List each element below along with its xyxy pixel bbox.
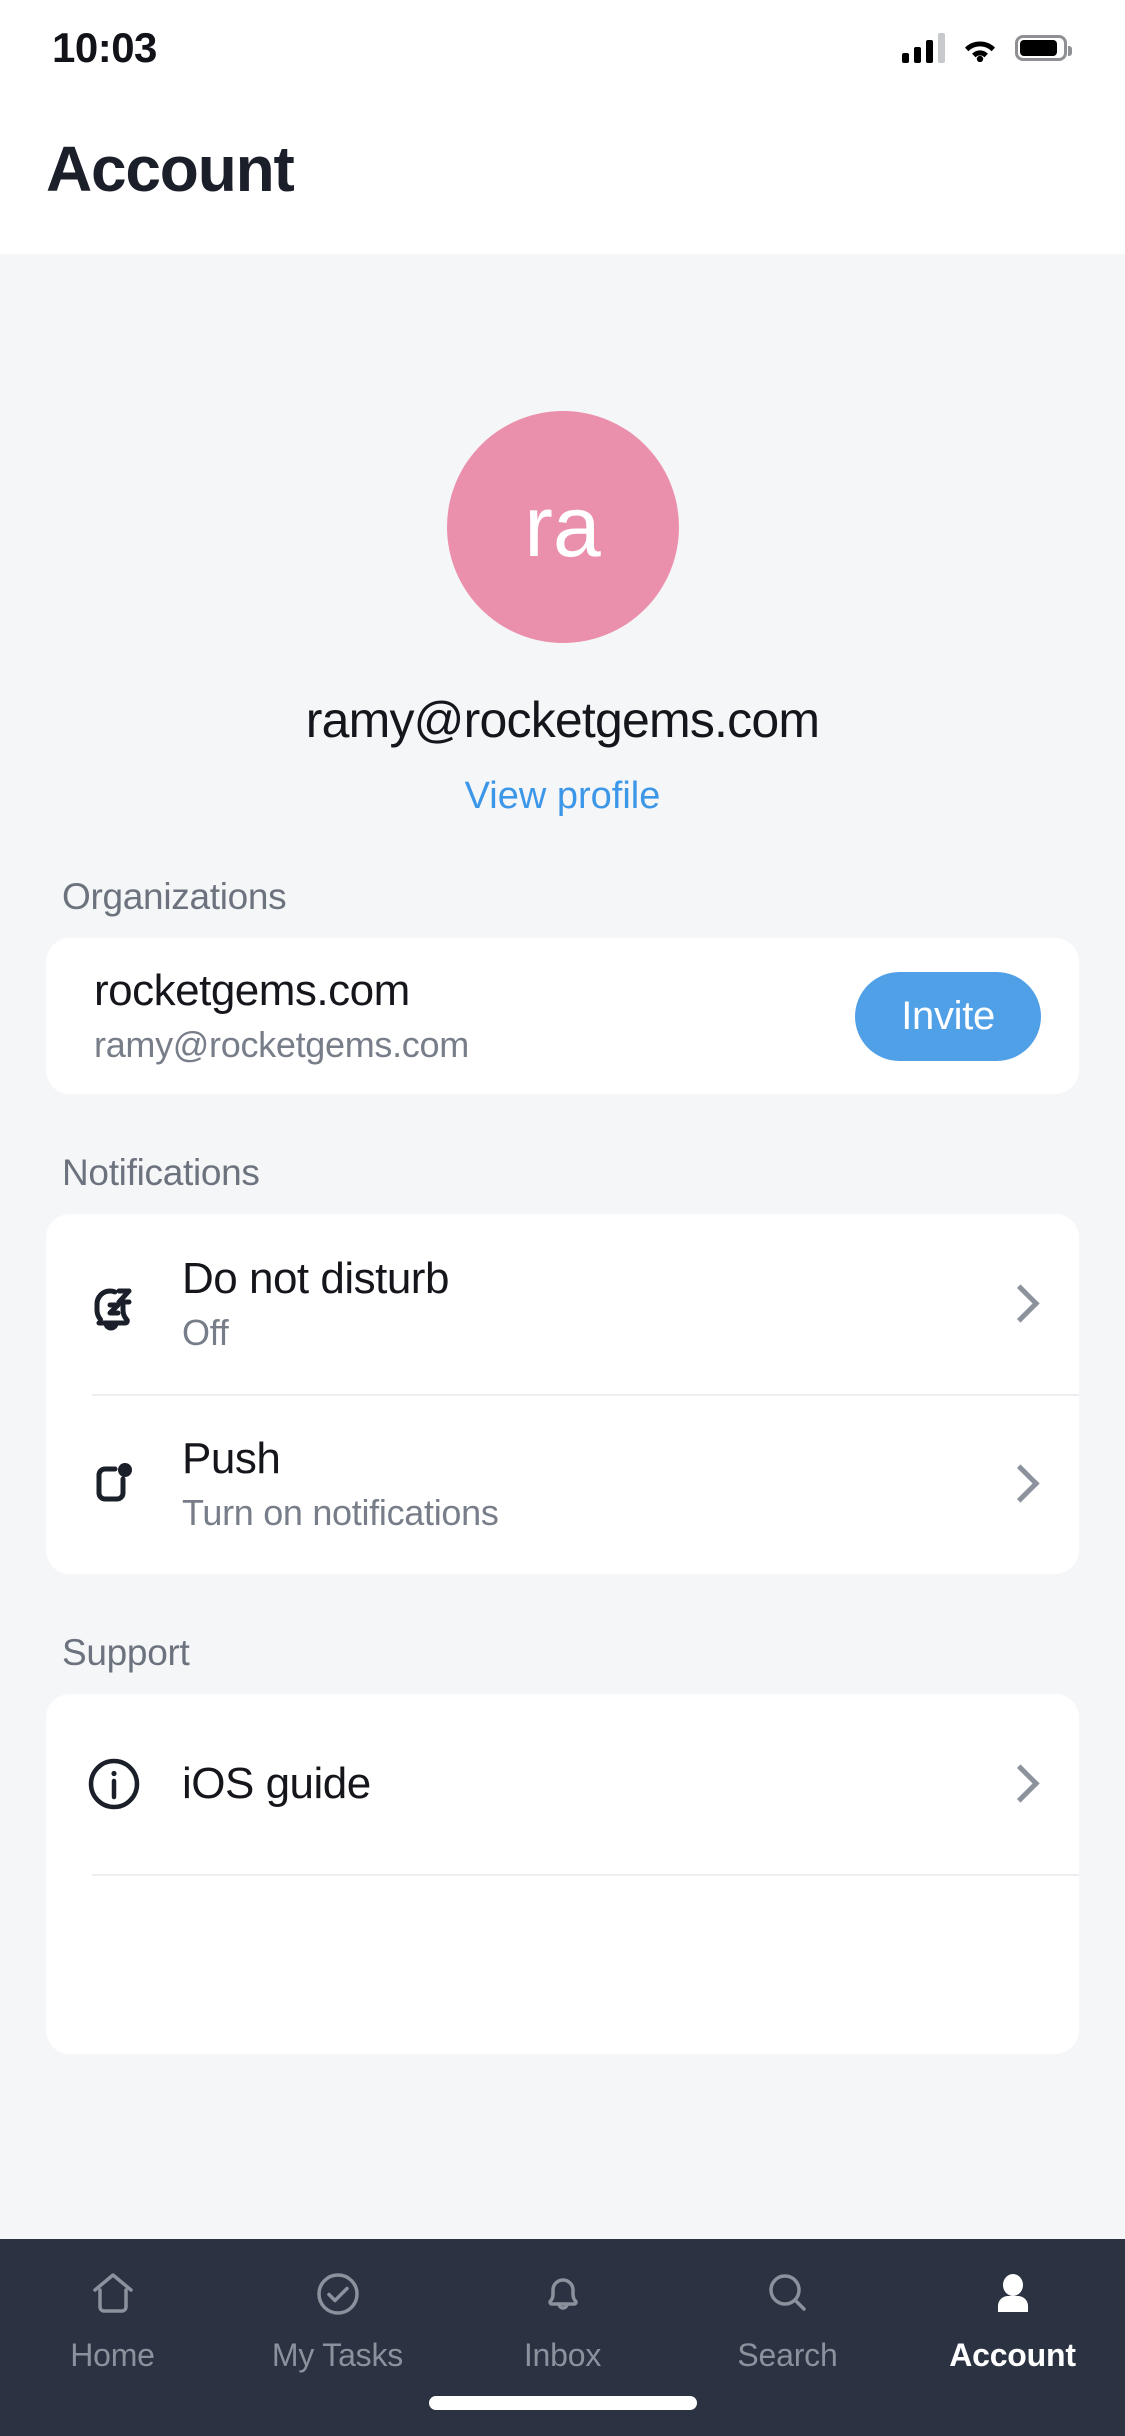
row-body-push: Push Turn on notifications (182, 1434, 983, 1534)
person-icon (985, 2261, 1041, 2327)
profile-block: ra ramy@rocketgems.com View profile (0, 323, 1125, 818)
chevron-right-icon (999, 1284, 1039, 1324)
organization-row[interactable]: rocketgems.com ramy@rocketgems.com Invit… (46, 938, 1079, 1094)
row-title-push: Push (182, 1434, 281, 1483)
tab-search[interactable]: Search (675, 2261, 900, 2374)
row-ios-guide[interactable]: iOS guide (46, 1694, 1079, 1874)
search-icon (760, 2261, 816, 2327)
signal-bars-icon (902, 33, 945, 63)
row-push[interactable]: Push Turn on notifications (46, 1394, 1079, 1574)
status-bar-time: 10:03 (52, 24, 157, 71)
organization-email: ramy@rocketgems.com (94, 1024, 469, 1065)
bottom-tab-bar: Home My Tasks Inbox Search Account (0, 2239, 1125, 2436)
tab-home[interactable]: Home (0, 2261, 225, 2374)
section-title-organizations: Organizations (62, 876, 287, 917)
row-body-ios-guide: iOS guide (182, 1759, 983, 1809)
section-organizations: Organizations rocketgems.com ramy@rocket… (0, 876, 1125, 1094)
home-indicator (428, 2396, 697, 2410)
avatar[interactable]: ra (446, 411, 679, 643)
row-sub-do-not-disturb: Off (182, 1312, 229, 1353)
tab-label-account: Account (949, 2337, 1076, 2373)
status-bar-icons (902, 33, 1072, 63)
avatar-initials: ra (524, 478, 601, 575)
support-card: iOS guide (46, 1694, 1079, 2054)
section-title-notifications: Notifications (62, 1152, 260, 1193)
row-title-ios-guide: iOS guide (182, 1759, 371, 1808)
battery-icon (1015, 35, 1072, 61)
view-profile-link[interactable]: View profile (465, 775, 661, 818)
header: Account (0, 96, 1125, 254)
check-circle-icon (310, 2261, 366, 2327)
tab-label-my-tasks: My Tasks (271, 2337, 404, 2373)
tab-my-tasks[interactable]: My Tasks (225, 2261, 450, 2374)
bell-icon (535, 2261, 591, 2327)
invite-button[interactable]: Invite (855, 971, 1041, 1061)
page-title: Account (46, 133, 295, 205)
tab-label-inbox: Inbox (523, 2337, 602, 2373)
organization-texts: rocketgems.com ramy@rocketgems.com (94, 966, 855, 1066)
section-title-support: Support (62, 1632, 190, 1673)
section-notifications: Notifications Do not disturb Off Push Tu… (0, 1152, 1125, 1574)
organization-name: rocketgems.com (94, 966, 410, 1015)
row-partial-hidden[interactable] (46, 1874, 1079, 2054)
tab-label-home: Home (70, 2337, 155, 2373)
profile-email: ramy@rocketgems.com (305, 692, 820, 748)
info-circle-icon (46, 1752, 182, 1816)
row-title-do-not-disturb: Do not disturb (182, 1254, 449, 1303)
row-do-not-disturb[interactable]: Do not disturb Off (46, 1214, 1079, 1394)
home-icon (85, 2261, 141, 2327)
status-bar: 10:03 (0, 0, 1125, 96)
tab-inbox[interactable]: Inbox (450, 2261, 675, 2374)
section-support: Support iOS guide (0, 1632, 1125, 2054)
notifications-card: Do not disturb Off Push Turn on notifica… (46, 1214, 1079, 1574)
organizations-card: rocketgems.com ramy@rocketgems.com Invit… (46, 938, 1079, 1094)
chevron-right-icon (999, 1764, 1039, 1804)
tab-label-search: Search (737, 2337, 838, 2373)
wifi-icon (961, 34, 999, 63)
account-scroll-content[interactable]: ra ramy@rocketgems.com View profile Orga… (0, 323, 1125, 2239)
push-notification-icon (46, 1449, 182, 1519)
do-not-disturb-icon (46, 1269, 182, 1339)
chevron-right-icon (999, 1464, 1039, 1504)
row-sub-push: Turn on notifications (182, 1492, 499, 1533)
row-body-do-not-disturb: Do not disturb Off (182, 1254, 983, 1354)
tab-account[interactable]: Account (900, 2261, 1125, 2374)
